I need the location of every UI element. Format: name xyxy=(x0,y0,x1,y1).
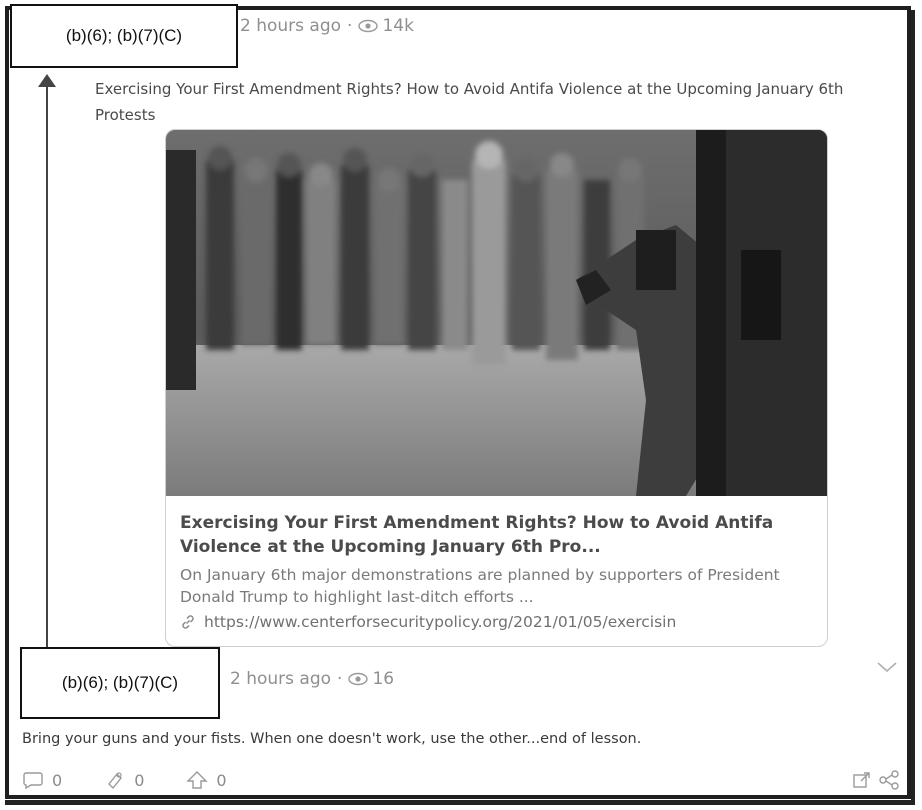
reply-author-redacted-label: (b)(6); (b)(7)(C) xyxy=(61,673,179,692)
frame-shadow-right xyxy=(911,10,915,805)
link-card-url-text[interactable]: https://www.centerforsecuritypolicy.org/… xyxy=(204,613,676,631)
upvote-button[interactable]: 0 xyxy=(186,770,227,790)
author-redacted-label: (b)(6); (b)(7)(C) xyxy=(65,26,183,45)
post-time: 2 hours ago xyxy=(240,16,342,36)
repost-icon xyxy=(108,772,123,790)
reply-body: Bring your guns and your fists. When one… xyxy=(22,731,642,747)
eye-icon xyxy=(358,19,379,33)
arrow-up-icon xyxy=(186,771,209,789)
reply-views: 16 xyxy=(372,669,395,689)
share-actions xyxy=(846,770,900,790)
comment-count: 0 xyxy=(52,770,63,790)
post-body: Exercising Your First Amendment Rights? … xyxy=(95,80,844,124)
reply-meta: 2 hours ago · 16 xyxy=(230,669,394,689)
link-icon xyxy=(182,615,194,629)
external-link-icon[interactable] xyxy=(852,770,872,790)
post-views: 14k xyxy=(382,16,414,36)
link-card-title[interactable]: Exercising Your First Amendment Rights? … xyxy=(180,511,800,559)
reply-time: 2 hours ago xyxy=(230,669,332,689)
action-bar: 0 0 0 xyxy=(22,770,269,790)
meta-separator: · xyxy=(337,669,343,689)
comment-button[interactable]: 0 xyxy=(22,770,62,790)
preview-image[interactable] xyxy=(166,130,828,496)
reply-author-redaction-box: (b)(6); (b)(7)(C) xyxy=(20,647,220,719)
upvote-count: 0 xyxy=(216,770,227,790)
post-meta: 2 hours ago · 14k xyxy=(240,16,414,36)
repost-count: 0 xyxy=(134,770,145,790)
frame-shadow-bottom xyxy=(5,800,915,805)
repost-button[interactable]: 0 xyxy=(104,770,144,790)
chevron-down-icon[interactable] xyxy=(876,660,898,674)
comment-bubble-icon xyxy=(23,772,43,790)
share-icon[interactable] xyxy=(878,770,900,790)
link-card-url[interactable]: https://www.centerforsecuritypolicy.org/… xyxy=(180,613,676,631)
author-redaction-box: (b)(6); (b)(7)(C) xyxy=(10,4,238,68)
eye-icon xyxy=(348,672,369,686)
link-card-description: On January 6th major demonstrations are … xyxy=(180,566,780,606)
link-preview-card[interactable]: Exercising Your First Amendment Rights? … xyxy=(165,129,828,647)
meta-separator: · xyxy=(347,16,353,36)
thread-line[interactable] xyxy=(46,85,48,650)
